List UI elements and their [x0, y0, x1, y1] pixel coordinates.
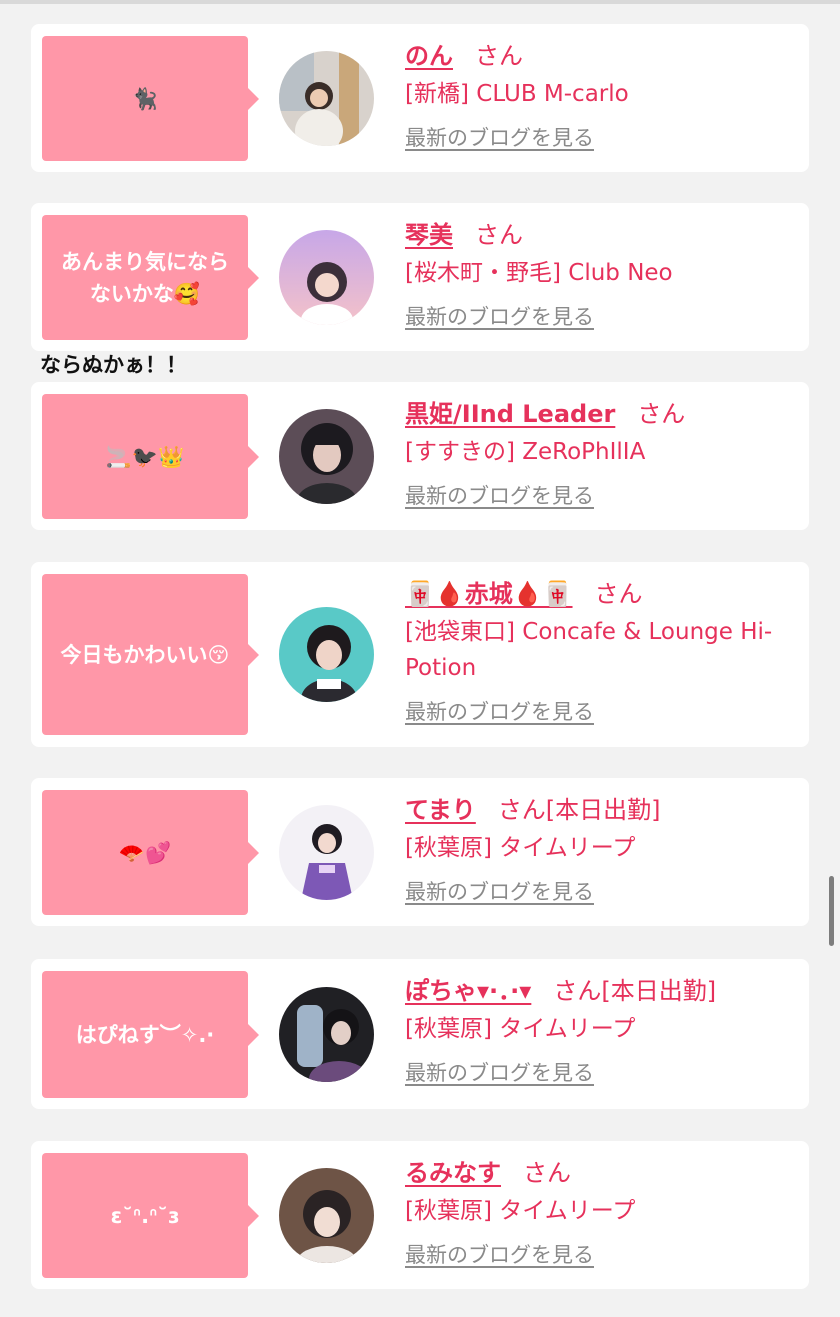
shop-name: [秋葉原] タイムリープ — [405, 1016, 636, 1042]
latest-blog-link[interactable]: 最新のブログを見る — [405, 301, 594, 331]
entry-info: 琴美 さん [桜木町・野毛] Club Neo 最新のブログを見る — [405, 215, 785, 331]
entry-info: るみなす さん [秋葉原] タイムリープ 最新のブログを見る — [405, 1153, 785, 1269]
latest-blog-link[interactable]: 最新のブログを見る — [405, 1239, 594, 1269]
entry-info: 🀄🩸赤城🩸🀄 さん [池袋東口] Concafe & Lounge Hi-Pot… — [405, 574, 785, 726]
list-item: 🚬🐦‍⬛👑 黒姫/IInd Leader さん [すすきの] ZeRoPhIlI… — [31, 382, 809, 530]
entry-info: のん さん [新橋] CLUB M-carlo 最新のブログを見る — [405, 36, 785, 152]
list-item: 🐈‍⬛ のん さん [新橋] CLUB M-carlo 最新のブログを見る — [31, 24, 809, 172]
girl-name-link[interactable]: ぽちゃ▾·．·▾ — [405, 971, 531, 1006]
comment-bubble: ɛ˘ᐢ.ᐢ˘ɜ — [42, 1153, 259, 1278]
comment-bubble: はぴねす︶✧.· — [42, 971, 259, 1098]
avatar[interactable] — [279, 51, 374, 146]
entry-info: てまり さん[本日出勤] [秋葉原] タイムリープ 最新のブログを見る — [405, 790, 785, 906]
latest-blog-link[interactable]: 最新のブログを見る — [405, 480, 594, 510]
entry-info: ぽちゃ▾·．·▾ さん[本日出勤] [秋葉原] タイムリープ 最新のブログを見る — [405, 971, 785, 1087]
latest-blog-link[interactable]: 最新のブログを見る — [405, 122, 594, 152]
honorific: さん[本日出勤] — [497, 796, 661, 824]
avatar[interactable] — [279, 987, 374, 1082]
latest-blog-link[interactable]: 最新のブログを見る — [405, 876, 594, 906]
caption-text: ならぬかぁ！！ — [40, 353, 187, 377]
shop-name: [新橋] CLUB M-carlo — [405, 81, 629, 107]
shop-name: [秋葉原] タイムリープ — [405, 835, 636, 861]
shop-name: [秋葉原] タイムリープ — [405, 1198, 636, 1224]
scrollbar[interactable] — [829, 876, 834, 946]
list-item: はぴねす︶✧.· ぽちゃ▾·．·▾ さん[本日出勤] [秋葉原] タイムリープ … — [31, 959, 809, 1109]
top-divider — [0, 0, 840, 4]
list-item: 🪭💕 てまり さん[本日出勤] [秋葉原] タイムリープ 最新のブログを見る — [31, 778, 809, 926]
avatar[interactable] — [279, 1168, 374, 1263]
avatar[interactable] — [279, 230, 374, 325]
latest-blog-link[interactable]: 最新のブログを見る — [405, 1057, 594, 1087]
list-item: ɛ˘ᐢ.ᐢ˘ɜ るみなす さん [秋葉原] タイムリープ 最新のブログを見る — [31, 1141, 809, 1289]
girl-name-link[interactable]: のん — [405, 36, 453, 71]
comment-bubble: 🐈‍⬛ — [42, 36, 259, 161]
list-item: あんまり気にならないかな🥰 琴美 さん [桜木町・野毛] Club Neo 最新… — [31, 203, 809, 351]
avatar[interactable] — [279, 607, 374, 702]
avatar[interactable] — [279, 409, 374, 504]
list-item: 今日もかわいい😚 🀄🩸赤城🩸🀄 さん [池袋東口] Concafe & Loun… — [31, 562, 809, 747]
shop-name: [すすきの] ZeRoPhIlIA — [405, 439, 646, 465]
girl-name-link[interactable]: るみなす — [405, 1153, 501, 1188]
comment-bubble: あんまり気にならないかな🥰 — [42, 215, 259, 340]
honorific: さん — [594, 580, 643, 608]
latest-blog-link[interactable]: 最新のブログを見る — [405, 696, 594, 726]
honorific: さん — [475, 221, 523, 249]
girl-name-link[interactable]: 琴美 — [405, 215, 453, 250]
comment-bubble: 今日もかわいい😚 — [42, 574, 259, 735]
honorific: さん — [523, 1159, 571, 1187]
girl-name-link[interactable]: 黒姫/IInd Leader — [405, 394, 615, 429]
shop-name: [池袋東口] Concafe & Lounge Hi-Potion — [405, 619, 773, 681]
honorific: さん — [475, 42, 523, 70]
entry-info: 黒姫/IInd Leader さん [すすきの] ZeRoPhIlIA 最新のブ… — [405, 394, 785, 510]
comment-bubble: 🚬🐦‍⬛👑 — [42, 394, 259, 519]
avatar[interactable] — [279, 805, 374, 900]
girl-name-link[interactable]: てまり — [405, 790, 476, 825]
honorific: さん — [637, 400, 686, 428]
comment-bubble: 🪭💕 — [42, 790, 259, 915]
shop-name: [桜木町・野毛] Club Neo — [405, 260, 673, 286]
honorific: さん[本日出勤] — [553, 977, 717, 1005]
girl-name-link[interactable]: 🀄🩸赤城🩸🀄 — [405, 574, 573, 609]
